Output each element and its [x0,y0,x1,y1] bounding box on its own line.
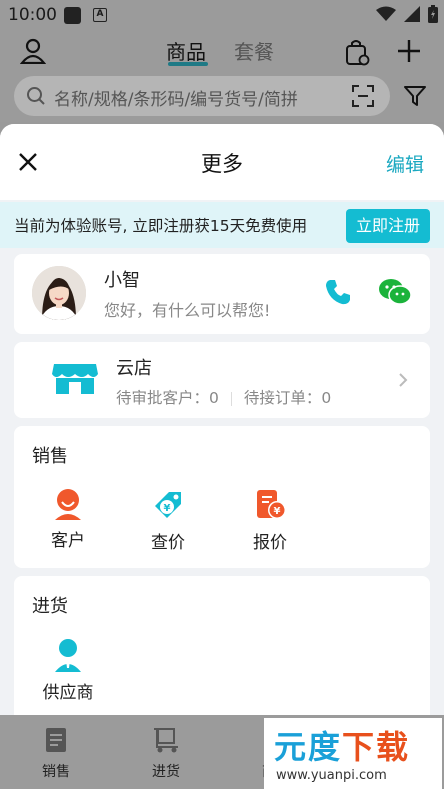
cart-icon [154,728,178,753]
user-icon[interactable] [20,38,46,64]
signal-icon [404,6,420,22]
supplier-icon [55,639,81,672]
nav-sales-label: 销售 [42,764,70,780]
edit-button[interactable]: 编辑 [386,150,424,177]
chevron-right-icon [399,373,408,387]
assistant-card[interactable]: 小智 您好，有什么可以帮您! [14,254,430,334]
status-time: 10:00 [8,5,57,25]
tab-active-indicator [168,62,208,66]
scan-icon[interactable] [352,85,374,107]
store-stats: 待审批客户：0 待接订单：0 [116,386,331,408]
assistant-name: 小智 [104,270,140,291]
store-icon [52,364,98,394]
document-icon [46,728,66,752]
shopping-bag-icon[interactable] [344,38,370,66]
a-notification-icon: A [93,8,107,22]
phone-icon[interactable] [324,278,352,306]
purchase-section: 进货 供应商 [14,576,430,715]
nav-sales[interactable]: 销售 [16,727,96,781]
cloud-store-card[interactable]: 云店 待审批客户：0 待接订单：0 [14,342,430,418]
avatar [32,266,86,320]
sheet-title: 更多 [201,152,243,176]
pending-orders-count: 0 [321,389,332,407]
watermark: 元度下载 www.yuanpi.com [264,718,442,789]
svg-text:¥: ¥ [164,503,171,514]
customer-item[interactable]: 客户 [28,488,108,551]
watermark-brand-part1: 元度 [274,728,343,766]
quote-label: 报价 [253,533,287,553]
nav-purchase[interactable]: 进货 [126,727,206,781]
battery-icon [428,5,438,23]
notification-icon [64,7,81,24]
store-name: 云店 [116,358,152,379]
status-bar: 10:00 A [0,0,444,30]
pending-customers-label: 待审批客户： [116,389,210,407]
watermark-brand: 元度下载 [274,722,410,768]
svg-text:¥: ¥ [274,506,281,517]
sheet-header: 更多 编辑 [0,124,444,200]
quote-item[interactable]: ¥ 报价 [230,488,310,553]
pending-orders-label: 待接订单： [243,389,322,407]
more-sheet: 更多 编辑 当前为体验账号, 立即注册获15天免费使用 立即注册 小智 您好，有… [0,124,444,715]
tab-goods[interactable]: 商品 [166,36,206,65]
watermark-url: www.yuanpi.com [276,768,387,783]
search-bar[interactable]: 名称/规格/条形码/编号货号/简拼 [14,76,390,116]
wechat-icon[interactable] [378,278,412,306]
top-bar: 商品 套餐 名称/规格/条形码/编号货号/简拼 [0,30,444,122]
filter-icon[interactable] [404,85,426,107]
price-check-label: 查价 [151,533,185,553]
customer-icon [55,489,81,520]
plus-icon[interactable] [396,38,422,64]
search-input[interactable]: 名称/规格/条形码/编号货号/简拼 [54,85,346,110]
purchase-title: 进货 [32,596,68,617]
nav-purchase-label: 进货 [152,764,180,780]
customer-label: 客户 [51,531,85,551]
quote-icon: ¥ [257,490,286,519]
search-icon [27,87,45,105]
watermark-brand-part2: 下载 [342,728,411,766]
trial-banner: 当前为体验账号, 立即注册获15天免费使用 立即注册 [0,202,444,248]
assistant-message: 您好，有什么可以帮您! [104,301,271,320]
tab-package[interactable]: 套餐 [234,36,274,65]
price-check-item[interactable]: ¥ 查价 [128,488,208,553]
register-button[interactable]: 立即注册 [346,209,430,243]
sales-section: 销售 客户 ¥ 查价 ¥ 报价 [14,426,430,568]
price-tag-icon: ¥ [155,492,181,518]
supplier-label: 供应商 [42,683,94,703]
supplier-item[interactable]: 供应商 [28,638,108,703]
trial-banner-text: 当前为体验账号, 立即注册获15天免费使用 [14,217,308,235]
sales-title: 销售 [32,446,68,467]
pending-customers-count: 0 [209,389,219,407]
wifi-icon [376,6,396,21]
